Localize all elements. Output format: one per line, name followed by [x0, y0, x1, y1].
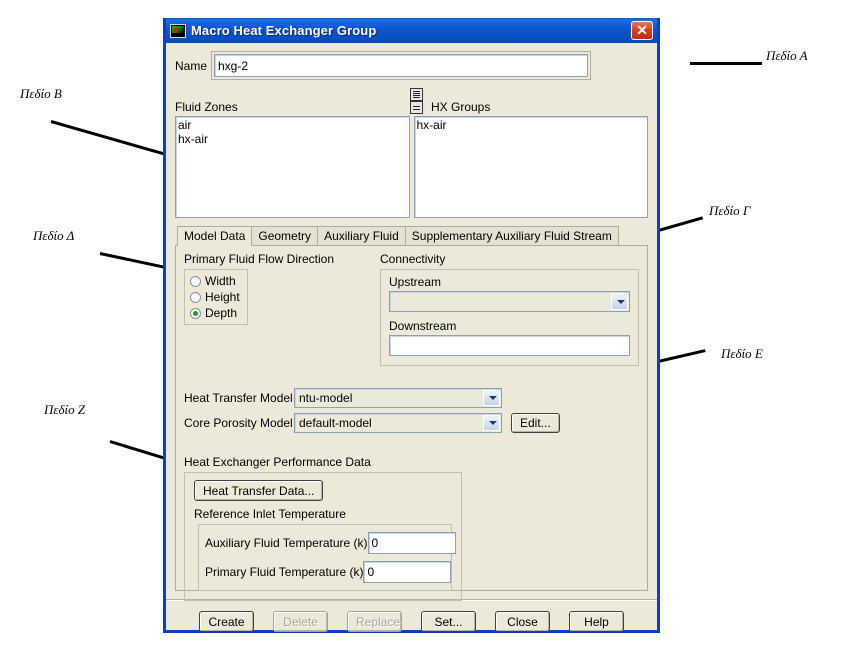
delete-button: Delete: [273, 611, 328, 632]
primary-fluid-temperature-input[interactable]: [363, 561, 452, 583]
core-porosity-model-value: default-model: [299, 416, 372, 430]
title-bar: Macro Heat Exchanger Group ✕: [166, 18, 657, 43]
heat-transfer-model-label: Heat Transfer Model: [184, 391, 293, 405]
set-button[interactable]: Set...: [421, 611, 476, 632]
performance-group: Heat Transfer Data... Reference Inlet Te…: [184, 472, 462, 601]
radio-depth-icon[interactable]: [190, 307, 201, 319]
auxiliary-fluid-temperature-input[interactable]: [367, 532, 456, 554]
list-item[interactable]: air: [178, 118, 409, 132]
radio-width-icon[interactable]: [190, 275, 201, 287]
lists-header-row: Fluid Zones HX Groups: [175, 88, 648, 114]
radio-height[interactable]: Height: [190, 290, 242, 304]
chevron-down-icon[interactable]: [483, 415, 500, 431]
list-buttons-group: [387, 88, 423, 114]
connectivity-label: Connectivity: [380, 252, 446, 266]
connectivity-group: Upstream Downstream: [380, 269, 639, 366]
reference-temperatures-group: Auxiliary Fluid Temperature (k) Primary …: [198, 524, 456, 591]
flow-direction-section: Primary Fluid Flow Direction Width Heigh…: [184, 252, 380, 325]
core-porosity-model-combobox[interactable]: default-model: [294, 413, 502, 433]
list-full-icon[interactable]: [410, 88, 423, 101]
macro-heat-exchanger-group-dialog: Macro Heat Exchanger Group ✕ Name Fluid …: [163, 18, 660, 633]
annotation-pedio-b: Πεδίο Β: [20, 86, 62, 101]
core-porosity-model-label: Core Porosity Model: [184, 416, 293, 430]
reference-inlet-temperature-label: Reference Inlet Temperature: [194, 507, 346, 521]
chevron-down-icon[interactable]: [483, 390, 500, 406]
list-item[interactable]: hx-air: [417, 118, 648, 132]
annotation-pedio-g: Πεδίο Γ: [709, 203, 751, 218]
annotation-pedio-a: Πεδίο Α: [766, 48, 808, 63]
upstream-label: Upstream: [389, 275, 442, 289]
tab-supplementary-auxiliary-fluid-stream[interactable]: Supplementary Auxiliary Fluid Stream: [404, 226, 619, 245]
create-button[interactable]: Create: [199, 611, 254, 632]
chevron-down-icon[interactable]: [611, 293, 628, 310]
footer-buttons: Create Delete Replace Set... Close Help: [175, 601, 648, 632]
fluid-zones-label: Fluid Zones: [175, 100, 238, 114]
annotation-pedio-e: Πεδίο Ε: [721, 346, 763, 361]
performance-section: Heat Exchanger Performance Data Heat Tra…: [184, 455, 639, 601]
app-monitor-icon: [170, 23, 186, 38]
models-section: Heat Transfer Model ntu-model Core Poros…: [184, 388, 639, 433]
hx-groups-list[interactable]: hx-air: [413, 116, 648, 218]
annotation-pedio-d: Πεδίο Δ: [33, 228, 75, 243]
radio-width[interactable]: Width: [190, 274, 242, 288]
flow-connectivity-row: Primary Fluid Flow Direction Width Heigh…: [184, 252, 639, 366]
list-compact-icon[interactable]: [410, 101, 423, 114]
downstream-label: Downstream: [389, 319, 457, 333]
core-porosity-model-row: Core Porosity Model default-model Edit..…: [184, 413, 639, 433]
lists-row: air hx-air hx-air: [175, 116, 648, 218]
close-icon[interactable]: ✕: [631, 21, 653, 40]
auxiliary-fluid-temperature-row: Auxiliary Fluid Temperature (k): [205, 532, 456, 554]
flow-direction-label: Primary Fluid Flow Direction: [184, 252, 335, 266]
downstream-input[interactable]: [389, 335, 630, 356]
tab-geometry[interactable]: Geometry: [251, 226, 319, 245]
heat-transfer-model-row: Heat Transfer Model ntu-model: [184, 388, 639, 408]
auxiliary-fluid-temperature-label: Auxiliary Fluid Temperature (k): [205, 536, 368, 550]
radio-width-label: Width: [205, 274, 236, 288]
hx-groups-label: HX Groups: [431, 100, 491, 114]
close-glyph: ✕: [636, 22, 648, 38]
flow-direction-group: Width Height Depth: [184, 269, 248, 325]
name-input-wrap: [211, 51, 591, 80]
radio-height-label: Height: [205, 290, 240, 304]
heat-transfer-data-button[interactable]: Heat Transfer Data...: [194, 480, 324, 501]
primary-fluid-temperature-row: Primary Fluid Temperature (k): [205, 561, 452, 583]
dialog-client-area: Name Fluid Zones HX Groups air hx-air: [166, 43, 657, 632]
help-button[interactable]: Help: [569, 611, 624, 632]
list-item[interactable]: hx-air: [178, 132, 409, 146]
replace-button: Replace: [347, 611, 402, 632]
tab-auxiliary-fluid[interactable]: Auxiliary Fluid: [317, 226, 406, 245]
heat-transfer-model-value: ntu-model: [299, 391, 353, 405]
name-label: Name: [175, 58, 208, 73]
performance-label: Heat Exchanger Performance Data: [184, 455, 371, 469]
tab-model-data[interactable]: Model Data: [177, 226, 253, 246]
radio-height-icon[interactable]: [190, 291, 201, 303]
fluid-zones-list[interactable]: air hx-air: [175, 116, 410, 218]
upstream-combobox[interactable]: [389, 291, 630, 312]
name-input[interactable]: [214, 54, 588, 77]
close-button[interactable]: Close: [495, 611, 550, 632]
heat-transfer-model-combobox[interactable]: ntu-model: [294, 388, 502, 408]
leader-line-a: [690, 62, 762, 65]
connectivity-section: Connectivity Upstream Downstream: [380, 252, 639, 366]
model-data-panel: Primary Fluid Flow Direction Width Heigh…: [175, 246, 648, 601]
edit-button[interactable]: Edit...: [511, 413, 560, 433]
annotation-pedio-z: Πεδίο Ζ: [44, 402, 86, 417]
name-row: Name: [175, 51, 648, 80]
window-title: Macro Heat Exchanger Group: [191, 23, 377, 38]
primary-fluid-temperature-label: Primary Fluid Temperature (k): [205, 565, 364, 579]
radio-depth-label: Depth: [205, 306, 238, 320]
tab-strip: Model Data Geometry Auxiliary Fluid Supp…: [175, 226, 648, 246]
upstream-value: [390, 292, 611, 311]
radio-depth[interactable]: Depth: [190, 306, 242, 320]
